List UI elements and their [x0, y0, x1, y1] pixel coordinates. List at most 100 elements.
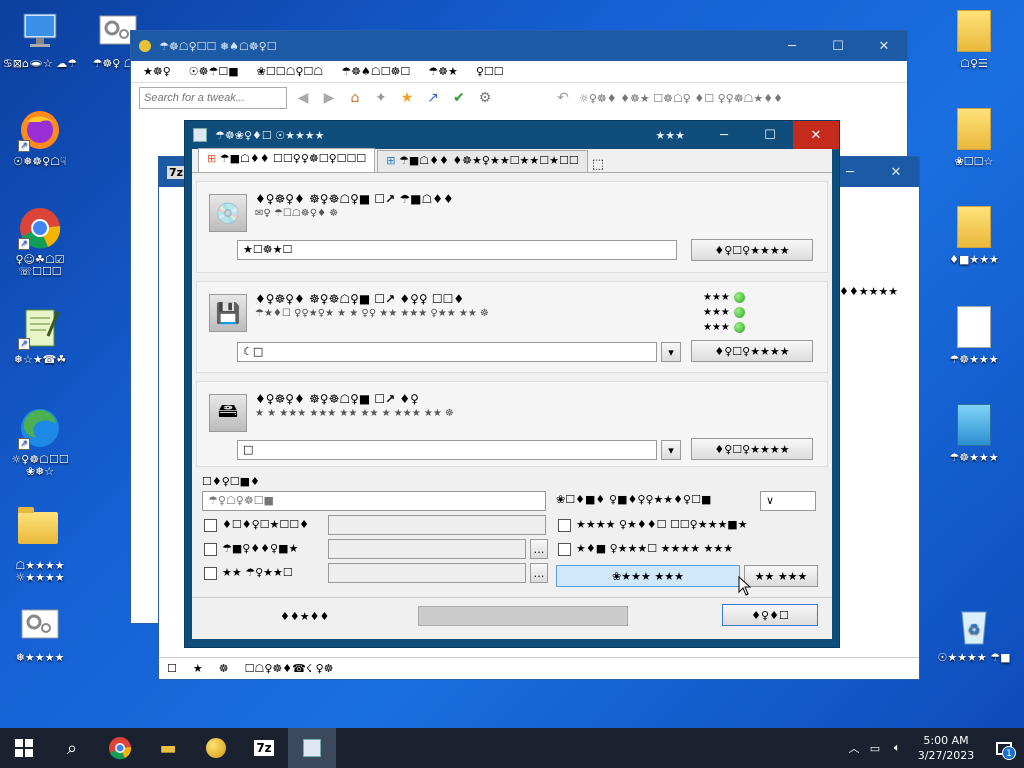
browse-small-button[interactable]: …	[530, 563, 548, 583]
tab-overflow-icon[interactable]: ⬚	[592, 157, 604, 172]
gear-icon[interactable]: ⚙	[475, 88, 495, 108]
option-label: ★★ ☂♀★★☐	[222, 566, 293, 579]
browse-button[interactable]: ♦♀☐♀★★★★	[691, 438, 813, 460]
desktop-icon-document-folder[interactable]: ♦■★★★	[936, 206, 1012, 266]
favorite-star-icon[interactable]: ★	[397, 88, 417, 108]
shortcut-icon[interactable]: ↗	[423, 88, 443, 108]
clock[interactable]: 5:00 AM 3/27/2023	[908, 733, 984, 763]
tray-chevron-icon[interactable]: ︿	[844, 740, 864, 756]
close-button[interactable]: ✕	[793, 121, 839, 149]
desktop-icon-chrome[interactable]: ↗ ♀☺☘☖☑ ☏☐☐☐	[2, 206, 78, 278]
desktop-icon-label: ☂☸★★★	[949, 353, 999, 366]
menu-item[interactable]: ★☸♀	[143, 65, 171, 78]
desktop-icon-folder-2[interactable]: ❀☐☐☆	[936, 108, 1012, 168]
tab-install[interactable]: ⊞ ☂■☖♦♦ ☐☐♀♀☸☐♀☐☐☐	[198, 148, 376, 172]
option-field[interactable]	[328, 539, 526, 559]
secondary-button[interactable]: ★★ ★★★	[744, 565, 818, 587]
minimize-button[interactable]: ─	[701, 121, 747, 149]
menu-item[interactable]: ☂☸★	[428, 65, 458, 78]
app-icon	[952, 404, 996, 448]
option-field[interactable]	[328, 563, 526, 583]
taskbar-chrome[interactable]	[96, 728, 144, 768]
window-title: ☂☸☖♀☐☐ ❅♠☖☸♀☐	[159, 39, 277, 53]
status-item: ★★★	[703, 320, 745, 335]
dropdown-button[interactable]: ▾	[661, 342, 681, 362]
svg-text:♻: ♻	[968, 622, 981, 638]
boot-path-field[interactable]: ☾□	[237, 342, 657, 362]
dialog-window[interactable]: ☂☸❀♀♦☐ ☉★★★★ ★★★ ─ ☐ ✕ ⊞ ☂■☖♦♦ ☐☐♀♀☸☐♀☐☐…	[184, 120, 840, 648]
menu-item[interactable]: ❀☐☐☖♀☐☖	[257, 65, 324, 78]
pin-icon[interactable]: ✦	[371, 88, 391, 108]
app-icon	[139, 40, 151, 52]
shortcut-arrow-icon: ↗	[18, 140, 30, 152]
forward-icon[interactable]: ▶	[319, 88, 339, 108]
count-combo[interactable]: ∨	[760, 491, 816, 511]
search-input[interactable]	[139, 87, 287, 109]
option-checkbox[interactable]	[204, 567, 217, 580]
list-row[interactable]: ♦♦★★★★	[839, 285, 898, 298]
panel-subtext: ★ ★ ★★★ ★★★ ★★ ★★ ★ ★★★ ★★ ☸	[255, 408, 454, 419]
progress-bar	[418, 606, 628, 626]
taskbar-explorer[interactable]: ▬	[144, 728, 192, 768]
option-checkbox[interactable]	[204, 543, 217, 556]
browse-button[interactable]: ♦♀☐♀★★★★	[691, 239, 813, 261]
desktop-icon-label: ☉❅☸♀☖☟	[13, 155, 67, 168]
desktop-icon-text-file[interactable]: ☂☸★★★	[936, 306, 1012, 366]
option-field[interactable]	[328, 515, 546, 535]
title-bar[interactable]: ☂☸❀♀♦☐ ☉★★★★ ★★★ ─ ☐ ✕	[185, 121, 839, 149]
desktop-icon-recycle-bin[interactable]: ♻ ☉★★★★ ☂■	[936, 604, 1012, 664]
option-checkbox[interactable]	[204, 519, 217, 532]
setup-button[interactable]: ♦♀♦☐	[722, 604, 818, 626]
desktop-icon-firefox[interactable]: ↗ ☉❅☸♀☖☟	[2, 108, 78, 168]
undo-icon[interactable]: ↶	[553, 88, 573, 108]
maximize-button[interactable]: ☐	[747, 121, 793, 149]
browse-small-button[interactable]: …	[530, 539, 548, 559]
taskbar-dialog-app[interactable]	[288, 728, 336, 768]
dialog-title-right: ★★★	[655, 128, 685, 142]
browse-button[interactable]: ♦♀☐♀★★★★	[691, 340, 813, 362]
ok-status-icon	[733, 321, 745, 333]
volume-icon[interactable]: 🔈︎	[886, 741, 908, 755]
windows-logo-icon	[15, 739, 33, 757]
menu-item[interactable]: ♀☐☐	[476, 65, 504, 78]
title-bar[interactable]: ☂☸☖♀☐☐ ❅♠☖☸♀☐ ─ ☐ ✕	[131, 31, 907, 61]
option-checkbox[interactable]	[558, 519, 571, 532]
search-button[interactable]: ⌕	[48, 728, 96, 768]
desktop-icon-label: ☼♀☸☖☐☐ ❀❅☆	[11, 453, 69, 478]
desktop-icon-app[interactable]: ☂☸★★★	[936, 404, 1012, 464]
dialog-icon	[193, 128, 207, 142]
desktop-icon-edge[interactable]: ↗ ☼♀☸☖☐☐ ❀❅☆	[2, 406, 78, 478]
desktop-icon-folder[interactable]: ☖★★★★ ☼★★★★	[2, 504, 78, 584]
drive-icon: 🖴	[209, 394, 247, 432]
edition-combo[interactable]: ☂♀☖♀☸☐■	[202, 491, 546, 511]
highlight-button[interactable]: ❀★★★ ★★★	[556, 565, 740, 587]
disc-icon	[303, 739, 321, 757]
taskbar-tweaker[interactable]	[192, 728, 240, 768]
source-path-field[interactable]: ★☐☸★☐	[237, 240, 677, 260]
network-icon[interactable]: ▭	[864, 742, 886, 755]
floppy-icon: 💾	[209, 294, 247, 332]
notification-center-button[interactable]: 1	[984, 728, 1024, 768]
dialog-footer: ♦♦★♦♦ ♦♀♦☐	[192, 597, 832, 633]
tab-settings[interactable]: ⊞ ☂■☖♦♦ ♦☸★♀★★☐★★☐★☐☐	[377, 150, 588, 172]
start-button[interactable]	[0, 728, 48, 768]
desktop-icon-computer[interactable]: ♋⊠⌂🕳︎☆ ☁☂	[2, 10, 78, 70]
menu-item[interactable]: ☂☸♠☖☐☸☐	[341, 65, 410, 78]
maximize-button[interactable]: ☐	[815, 31, 861, 61]
dropdown-button[interactable]: ▾	[661, 440, 681, 460]
menu-item[interactable]: ☉☸☂☐■	[189, 65, 239, 78]
check-icon[interactable]: ✔	[449, 88, 469, 108]
minimize-button[interactable]: ─	[769, 31, 815, 61]
desktop-icon-notepad[interactable]: ↗ ❅☆★☎☘	[2, 306, 78, 366]
home-icon[interactable]: ⌂	[345, 88, 365, 108]
desktop-icon-folder-1[interactable]: ☖♀☰	[936, 10, 1012, 70]
install-path-field[interactable]: □	[237, 440, 657, 460]
close-button[interactable]: ✕	[873, 157, 919, 187]
close-button[interactable]: ✕	[861, 31, 907, 61]
option-checkbox[interactable]	[558, 543, 571, 556]
taskbar: ⌕ ▬ 7z ︿ ▭ 🔈︎ 5:00 AM 3/27/2023 1	[0, 728, 1024, 768]
back-icon[interactable]: ◀	[293, 88, 313, 108]
options-right-label: ❀☐♦■♦ ♀■♦♀♀★★♦♀☐■	[556, 493, 712, 506]
desktop-icon-settings-file[interactable]: ❅★★★★	[2, 604, 78, 664]
taskbar-7zip[interactable]: 7z	[240, 728, 288, 768]
